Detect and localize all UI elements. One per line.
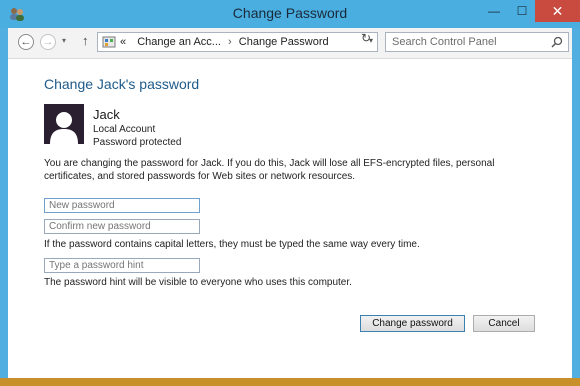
navigation-bar: ← → ▾ ↑ « Change an Acc... › Change Pass… <box>8 28 572 59</box>
page-title: Change Jack's password <box>44 76 200 92</box>
forward-button[interactable]: → <box>40 34 56 50</box>
cancel-button[interactable]: Cancel <box>473 315 535 332</box>
confirm-password-field[interactable] <box>44 219 200 234</box>
protection-status: Password protected <box>93 137 182 148</box>
address-bar[interactable]: « Change an Acc... › Change Password ▾ <box>97 32 378 52</box>
efs-warning-text: You are changing the password for Jack. … <box>44 158 495 182</box>
refresh-button[interactable]: ↻ <box>361 31 371 45</box>
password-hint-field[interactable] <box>44 258 200 273</box>
search-icon[interactable] <box>551 36 563 48</box>
up-button[interactable]: ↑ <box>82 33 89 48</box>
breadcrumb-change-an-account[interactable]: Change an Acc... <box>137 36 221 48</box>
breadcrumb-overflow[interactable]: « <box>120 36 126 48</box>
change-password-window: Change Password — ☐ ✕ ← → ▾ ↑ « Change a… <box>0 0 580 386</box>
account-type: Local Account <box>93 124 156 135</box>
control-panel-icon <box>102 36 116 48</box>
minimize-button[interactable]: — <box>480 0 508 22</box>
capital-letters-note: If the password contains capital letters… <box>44 239 420 250</box>
maximize-button[interactable]: ☐ <box>508 0 536 22</box>
search-input[interactable]: Search Control Panel <box>392 36 497 48</box>
change-password-button[interactable]: Change password <box>360 315 465 332</box>
desktop-background-strip <box>0 378 580 386</box>
breadcrumb-separator: › <box>228 36 232 48</box>
recent-pages-dropdown[interactable]: ▾ <box>62 36 66 45</box>
new-password-field[interactable] <box>44 198 200 213</box>
user-name: Jack <box>93 107 120 122</box>
user-silhouette-icon <box>44 104 84 144</box>
close-button[interactable]: ✕ <box>535 0 580 22</box>
hint-visibility-note: The password hint will be visible to eve… <box>44 277 352 288</box>
content-pane: Change Jack's password Jack Local Accoun… <box>8 59 572 378</box>
breadcrumb: « Change an Acc... › Change Password <box>120 36 329 48</box>
back-button[interactable]: ← <box>18 34 34 50</box>
search-box[interactable]: Search Control Panel <box>385 32 569 52</box>
breadcrumb-change-password[interactable]: Change Password <box>239 36 329 48</box>
title-bar: Change Password — ☐ ✕ <box>0 0 580 28</box>
